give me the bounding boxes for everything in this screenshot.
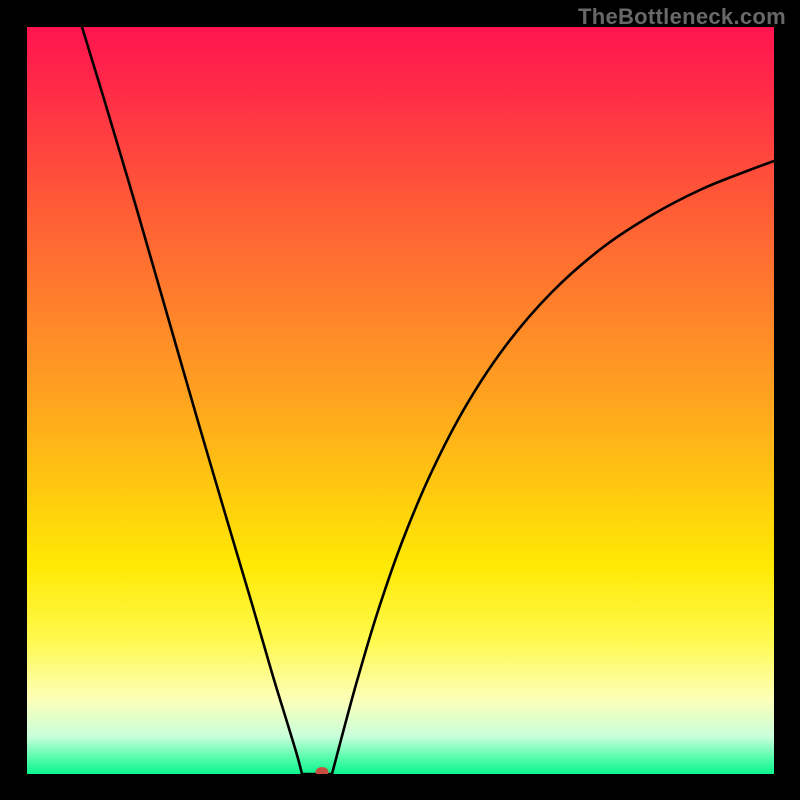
bottleneck-curve [27,27,774,774]
curve-path [82,27,774,774]
watermark-text: TheBottleneck.com [578,4,786,30]
plot-area [27,27,774,774]
minimum-point-marker [316,767,329,774]
chart-container: TheBottleneck.com [0,0,800,800]
